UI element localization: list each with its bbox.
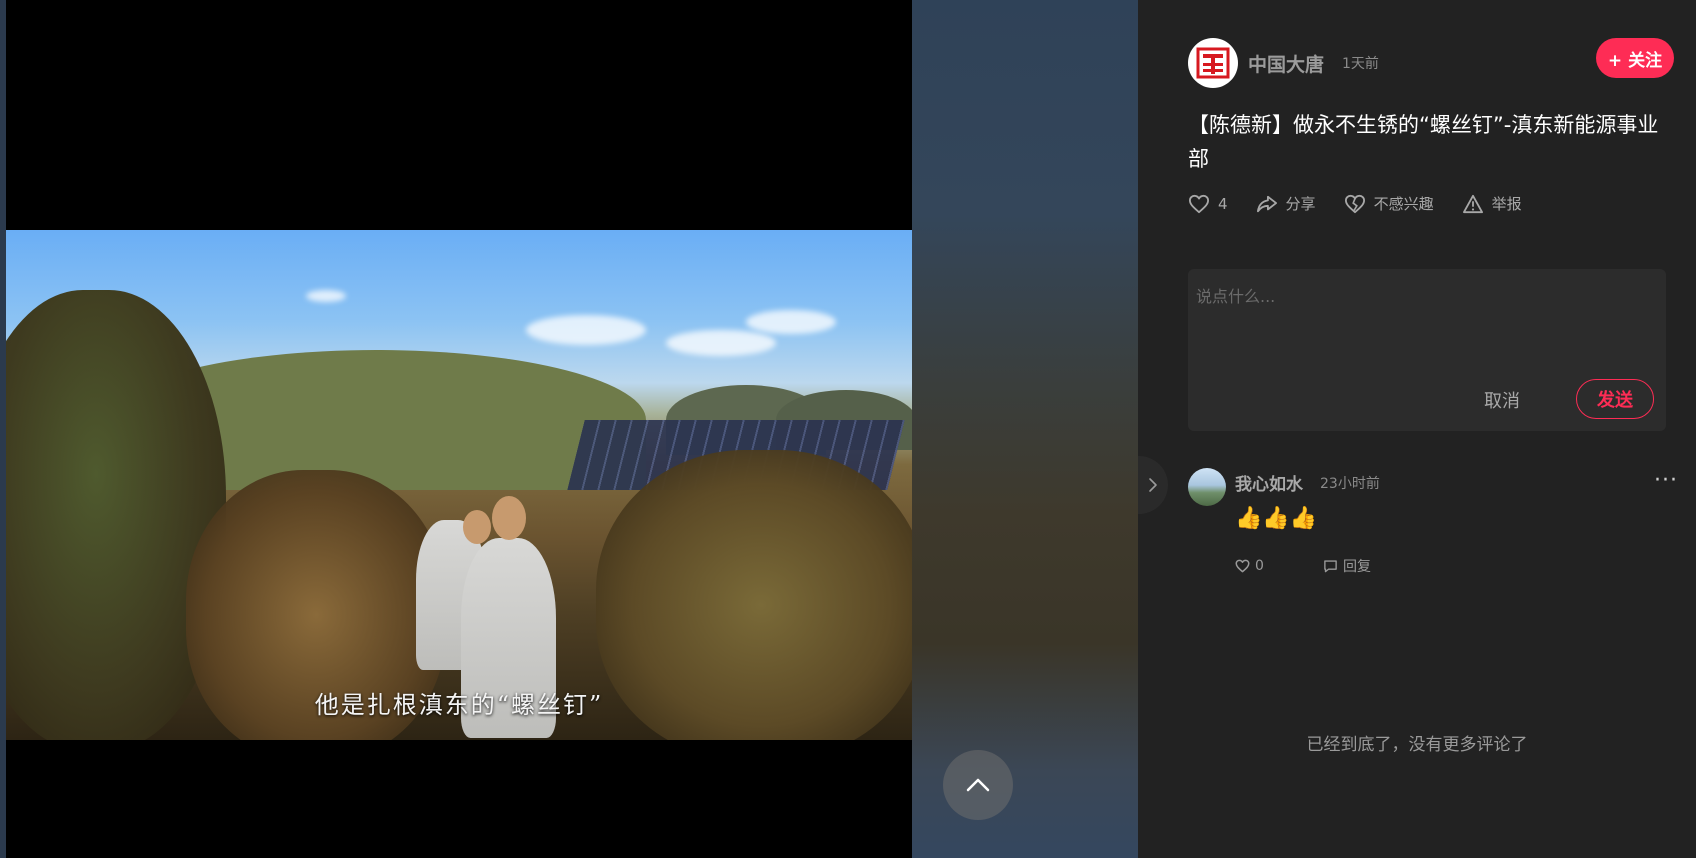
- share-label: 分享: [1285, 195, 1316, 213]
- reply-label: 回复: [1343, 559, 1371, 575]
- share-icon: [1256, 195, 1277, 212]
- post-title: 【陈德新】做永不生锈的“螺丝钉”-滇东新能源事业部: [1188, 113, 1659, 171]
- more-options-icon[interactable]: ···: [1654, 468, 1678, 493]
- like-button[interactable]: 4: [1188, 194, 1228, 214]
- share-button[interactable]: 分享: [1256, 193, 1316, 214]
- cancel-button[interactable]: 取消: [1484, 387, 1520, 413]
- comment-bubble-icon: [1324, 560, 1337, 573]
- commenter-name[interactable]: 我心如水: [1235, 470, 1303, 495]
- cloud: [666, 330, 776, 356]
- broken-heart-icon: [1344, 194, 1365, 213]
- author-name[interactable]: 中国大唐: [1248, 50, 1324, 77]
- send-button[interactable]: 发送: [1576, 379, 1654, 419]
- author-row: 中国大唐 1天前 + 关注: [1188, 38, 1674, 88]
- reply-button[interactable]: 回复: [1323, 556, 1371, 576]
- post-time: 1天前: [1342, 56, 1379, 72]
- commenter-avatar[interactable]: [1188, 468, 1226, 506]
- comment-text: 👍👍👍: [1235, 506, 1318, 531]
- not-interested-label: 不感兴趣: [1373, 195, 1434, 213]
- video-subtitle: 他是扎根滇东的“螺丝钉”: [314, 691, 604, 719]
- previous-video-button[interactable]: [943, 750, 1013, 820]
- chevron-up-icon: [966, 778, 990, 792]
- comment-composer: 取消 发送: [1188, 269, 1666, 431]
- follow-button[interactable]: + 关注: [1596, 38, 1674, 78]
- cloud: [526, 315, 646, 345]
- datang-logo-icon: [1196, 47, 1230, 79]
- warning-icon: [1462, 194, 1483, 213]
- report-button[interactable]: 举报: [1462, 193, 1522, 214]
- cloud: [306, 290, 346, 302]
- comment-actions: 0 回复: [1235, 556, 1371, 576]
- comment-panel: 中国大唐 1天前 + 关注 【陈德新】做永不生锈的“螺丝钉”-滇东新能源事业部 …: [1138, 0, 1696, 858]
- comment-like-count: 0: [1255, 558, 1264, 574]
- post-actions: 4 分享 不感兴趣 举报: [1188, 193, 1550, 214]
- video-player[interactable]: 他是扎根滇东的“螺丝钉”: [6, 0, 912, 858]
- report-label: 举报: [1491, 195, 1522, 213]
- blurred-backdrop: [912, 0, 1138, 858]
- like-count: 4: [1218, 194, 1228, 213]
- video-frame: 他是扎根滇东的“螺丝钉”: [6, 230, 912, 740]
- comment-like-button[interactable]: 0: [1235, 558, 1323, 574]
- chevron-right-icon: [1149, 478, 1157, 492]
- cloud: [746, 310, 836, 334]
- not-interested-button[interactable]: 不感兴趣: [1344, 193, 1434, 214]
- comment-time: 23小时前: [1320, 476, 1380, 492]
- end-of-comments: 已经到底了，没有更多评论了: [1306, 735, 1528, 755]
- person-head: [492, 496, 526, 540]
- heart-icon: [1235, 559, 1250, 573]
- comment-input[interactable]: [1196, 283, 1656, 363]
- person-head: [463, 510, 491, 544]
- author-avatar[interactable]: [1188, 38, 1238, 88]
- heart-icon: [1188, 194, 1209, 213]
